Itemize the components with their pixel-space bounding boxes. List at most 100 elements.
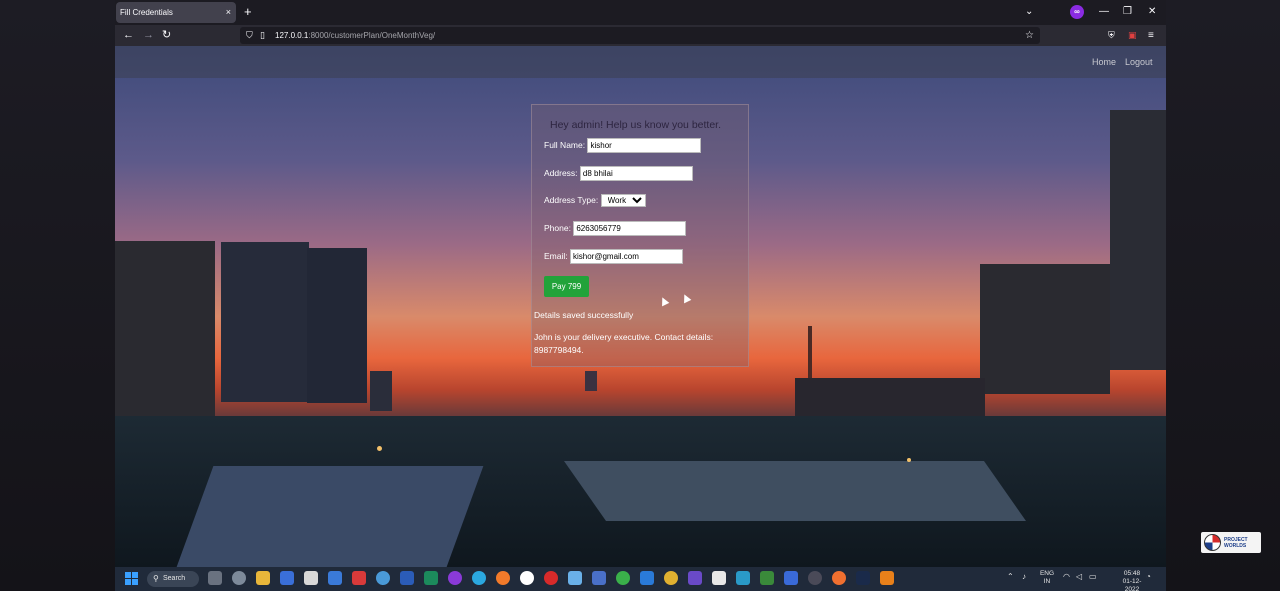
logo-text: PROJECT WORLDS: [1224, 537, 1248, 549]
windows-start-icon[interactable]: [125, 572, 138, 585]
app-icon[interactable]: [568, 571, 582, 585]
app-icon[interactable]: [832, 571, 846, 585]
battery-icon[interactable]: ▭: [1089, 572, 1097, 581]
chrome-icon[interactable]: [664, 571, 678, 585]
full-name-input[interactable]: [587, 138, 702, 153]
outer-background-left: [0, 0, 115, 591]
tab-close-icon[interactable]: ×: [226, 2, 231, 23]
app-icon[interactable]: [592, 571, 606, 585]
new-tab-button[interactable]: +: [244, 3, 252, 21]
success-message: Details saved successfully: [534, 310, 634, 320]
delivery-message: John is your delivery executive. Contact…: [534, 332, 714, 355]
app-icon[interactable]: [352, 571, 366, 585]
opera-icon[interactable]: [544, 571, 558, 585]
full-name-row: Full Name:: [544, 138, 702, 153]
building-small: [370, 371, 392, 411]
tab-list-chevron-icon[interactable]: ⌄: [1025, 4, 1033, 20]
photoshop-icon[interactable]: [856, 571, 870, 585]
nav-link-logout[interactable]: Logout: [1125, 57, 1153, 67]
private-mask-icon[interactable]: ∞: [1070, 5, 1084, 19]
extension-icon[interactable]: ▣: [1128, 27, 1137, 44]
pocket-icon[interactable]: ⛨: [1108, 27, 1115, 44]
building-mid: [795, 378, 985, 418]
app-icon[interactable]: [760, 571, 774, 585]
store-icon[interactable]: [304, 571, 318, 585]
file-explorer-icon[interactable]: [256, 571, 270, 585]
address-row: Address:: [544, 166, 693, 181]
microphone-icon[interactable]: ♪: [1022, 572, 1026, 581]
app-icon[interactable]: [448, 571, 462, 585]
navigation-bar: ← → ↻ ⛉ ▯ 127.0.0.1:8000/customerPlan/On…: [115, 25, 1166, 46]
app-icon[interactable]: [520, 571, 534, 585]
clock[interactable]: 05:48 01-12-2022: [1117, 570, 1147, 591]
platform-roof-left: [176, 466, 484, 567]
street-light: [377, 446, 382, 451]
address-input[interactable]: [579, 166, 693, 181]
full-name-label: Full Name:: [544, 139, 586, 150]
close-window-icon[interactable]: ✕: [1148, 4, 1156, 20]
menu-icon[interactable]: ≡: [1148, 27, 1154, 44]
reload-icon[interactable]: ↻: [162, 27, 171, 44]
building-distant: [585, 371, 597, 391]
search-icon: ⚲: [153, 574, 159, 583]
app-icon[interactable]: [328, 571, 342, 585]
tray-chevron-icon[interactable]: ⌃: [1007, 572, 1014, 581]
app-icon[interactable]: [712, 571, 726, 585]
shield-icon[interactable]: ⛉: [246, 27, 253, 44]
project-worlds-logo: PROJECT WORLDS: [1201, 532, 1261, 553]
outer-background-right: [1166, 0, 1280, 591]
region-label: IN: [1043, 578, 1051, 585]
page-icon: ▯: [260, 30, 265, 40]
radio-tower: [808, 326, 812, 378]
app-icon[interactable]: [376, 571, 390, 585]
address-type-row: Address Type: Work: [544, 194, 646, 207]
volume-icon[interactable]: ◁: [1076, 572, 1082, 581]
address-type-label: Address Type:: [544, 194, 599, 205]
app-icon[interactable]: [280, 571, 294, 585]
pay-button[interactable]: Pay 799: [544, 276, 589, 297]
edge-icon[interactable]: [472, 571, 486, 585]
zoom-icon[interactable]: [784, 571, 798, 585]
forward-arrow-icon[interactable]: →: [143, 27, 154, 44]
vscode-icon[interactable]: [640, 571, 654, 585]
web-page: Home Logout Hey admin! Help us know you …: [115, 46, 1166, 567]
nav-link-home[interactable]: Home: [1092, 57, 1116, 67]
building-right: [1110, 110, 1166, 370]
app-icon[interactable]: [736, 571, 750, 585]
url-bar[interactable]: ⛉ ▯ 127.0.0.1:8000/customerPlan/OneMonth…: [240, 27, 1040, 44]
site-header: Home Logout: [115, 46, 1166, 78]
language-label: ENG: [1039, 570, 1055, 577]
firefox-icon[interactable]: [496, 571, 510, 585]
app-icon[interactable]: [688, 571, 702, 585]
notification-bell-icon[interactable]: ◔: [1146, 572, 1151, 581]
phone-row: Phone:: [544, 221, 687, 236]
url-path: :8000/customerPlan/OneMonthVeg/: [308, 31, 436, 40]
credentials-form: Hey admin! Help us know you better. Full…: [531, 104, 749, 367]
phone-label: Phone:: [544, 222, 571, 233]
widgets-icon[interactable]: [232, 571, 246, 585]
minimize-icon[interactable]: —: [1099, 4, 1109, 20]
back-arrow-icon[interactable]: ←: [123, 27, 134, 44]
building-tower-2: [307, 248, 367, 403]
bookmark-star-icon[interactable]: ☆: [1025, 27, 1034, 44]
wifi-icon[interactable]: ◠: [1063, 572, 1070, 581]
taskbar-search-label: Search: [163, 575, 186, 582]
taskbar-search[interactable]: ⚲ Search: [147, 571, 199, 587]
github-icon[interactable]: [808, 571, 822, 585]
platform-roof-right: [563, 461, 1027, 521]
windows-taskbar: ⚲ Search ⌃ ♪ ENG IN ◠ ◁ ▭ 05:48 01-12-20…: [115, 567, 1166, 591]
tab-strip: Fill Credentials × + ⌄ ∞ — ❐ ✕: [115, 0, 1166, 25]
app-icon[interactable]: [616, 571, 630, 585]
app-icon[interactable]: [880, 571, 894, 585]
app-icon[interactable]: [424, 571, 438, 585]
tab-fill-credentials[interactable]: Fill Credentials ×: [116, 2, 236, 23]
phone-input[interactable]: [573, 221, 687, 236]
task-view-icon[interactable]: [208, 571, 222, 585]
url-text[interactable]: 127.0.0.1:8000/customerPlan/OneMonthVeg/: [275, 27, 435, 44]
word-icon[interactable]: [400, 571, 414, 585]
language-indicator[interactable]: ENG IN: [1039, 570, 1055, 586]
email-input[interactable]: [570, 249, 683, 264]
address-type-select[interactable]: Work: [600, 194, 646, 207]
address-label: Address:: [544, 167, 578, 178]
restore-icon[interactable]: ❐: [1123, 4, 1132, 20]
